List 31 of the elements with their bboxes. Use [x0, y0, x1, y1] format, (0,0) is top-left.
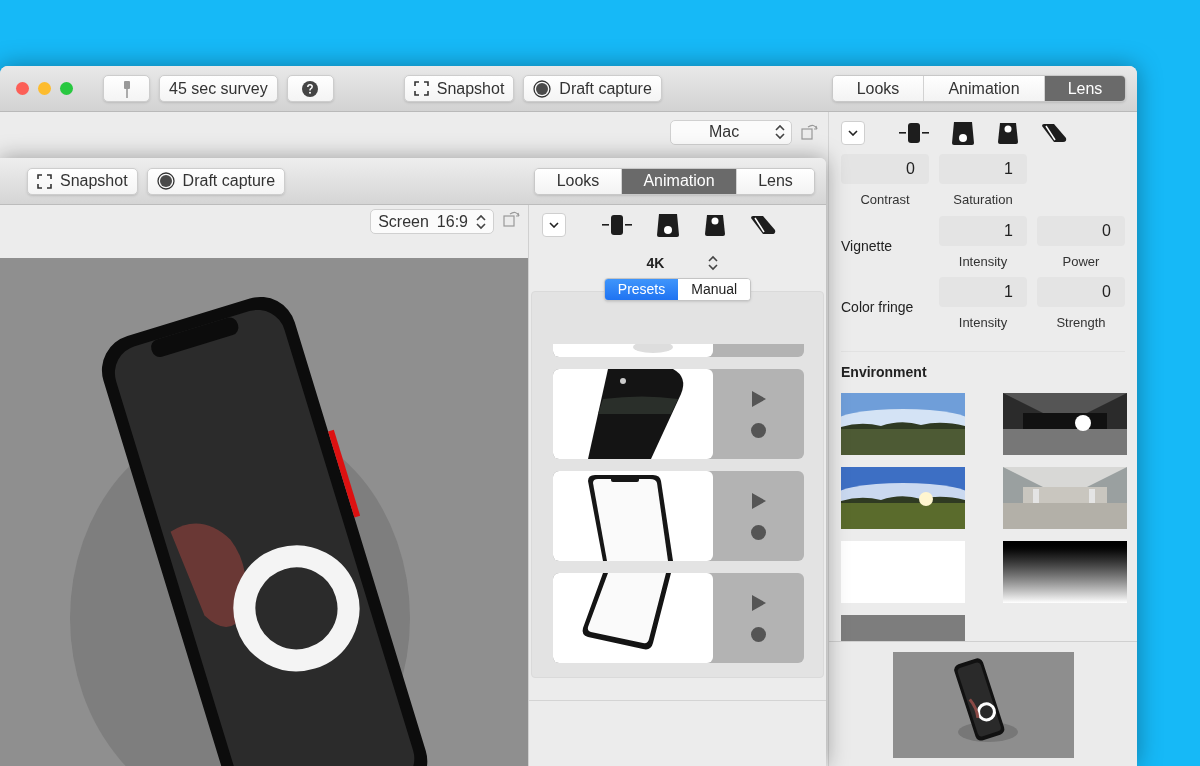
resolution-label: 4K: [646, 253, 665, 273]
capture-button[interactable]: Draft capture: [523, 75, 662, 102]
number-field[interactable]: 1: [939, 215, 1027, 246]
field-label: Power: [1062, 252, 1100, 271]
tab[interactable]: Looks: [535, 168, 621, 194]
capture-button[interactable]: Draft capture: [146, 167, 286, 195]
device-select[interactable]: Mac: [670, 119, 792, 145]
screen-select[interactable]: Screen 16:9: [370, 209, 494, 234]
number-field[interactable]: 1: [939, 277, 1027, 307]
number-field[interactable]: 1: [939, 154, 1027, 184]
tab[interactable]: Looks: [833, 76, 923, 101]
tab[interactable]: Animation: [923, 76, 1044, 101]
tab[interactable]: Lens: [736, 168, 814, 194]
section-title: Environment: [840, 362, 928, 382]
number-field[interactable]: 0: [1037, 215, 1125, 246]
number-field[interactable]: 0: [841, 154, 929, 184]
number-field[interactable]: 0: [1037, 277, 1125, 307]
field-label: Intensity: [958, 314, 1008, 332]
field-label: Strength: [1056, 314, 1106, 332]
field-label: Intensity: [958, 252, 1008, 271]
snapshot-button[interactable]: Snapshot: [27, 167, 138, 195]
tab[interactable]: Lens: [1044, 76, 1125, 101]
tab[interactable]: Presets: [604, 279, 679, 300]
row-label: Color fringe: [841, 298, 915, 317]
field-label: Contrast: [860, 191, 910, 209]
tab[interactable]: Manual: [678, 279, 751, 300]
survey-button[interactable]: 45 sec survey: [159, 75, 278, 102]
field-label: Saturation: [953, 191, 1013, 209]
tab[interactable]: Animation: [621, 168, 736, 194]
row-label: Vignette: [841, 236, 894, 256]
snapshot-button[interactable]: Snapshot: [403, 75, 515, 102]
